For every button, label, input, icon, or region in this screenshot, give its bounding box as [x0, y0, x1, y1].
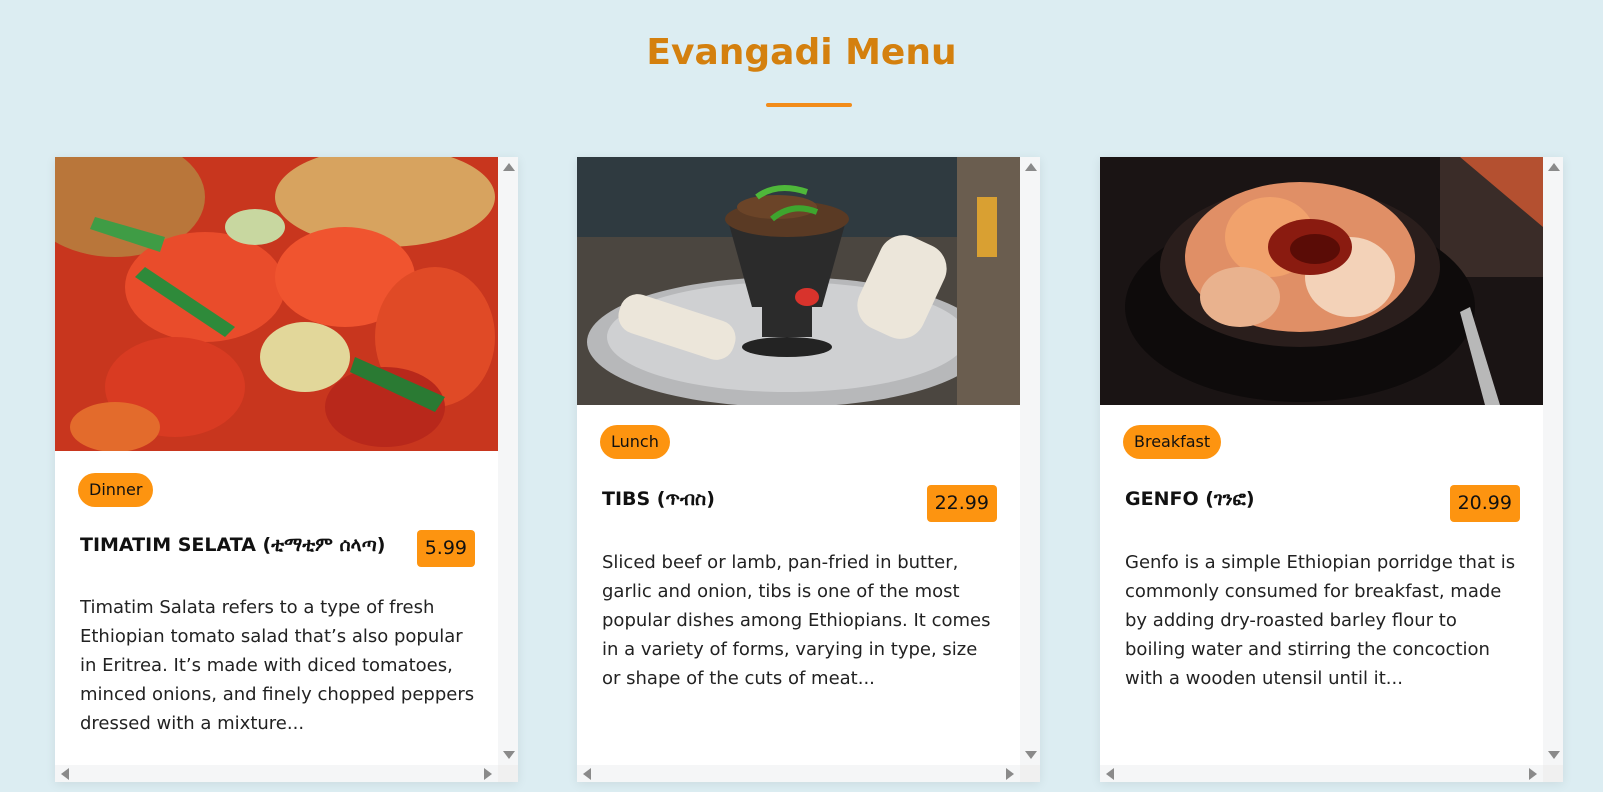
price-tag: 20.99: [1449, 485, 1520, 522]
scroll-right-arrow-icon[interactable]: [1529, 768, 1537, 780]
scroll-up-arrow-icon[interactable]: [1548, 163, 1560, 171]
scroll-left-arrow-icon[interactable]: [61, 768, 69, 780]
menu-card-dinner[interactable]: Dinner TIMATIM SELATA (ቲማቲም ሰላጣ) 5.99 Ti…: [55, 157, 518, 782]
dish-name: GENFO (ገንፎ): [1125, 488, 1255, 510]
scroll-left-arrow-icon[interactable]: [583, 768, 591, 780]
vertical-scrollbar[interactable]: [1543, 157, 1563, 765]
category-badge: Dinner: [78, 473, 154, 507]
horizontal-scrollbar[interactable]: [1100, 765, 1543, 782]
scroll-right-arrow-icon[interactable]: [484, 768, 492, 780]
category-badge: Lunch: [600, 425, 670, 459]
dish-description: Sliced beef or lamb, pan-fried in butter…: [602, 552, 991, 689]
menu-card-breakfast[interactable]: Breakfast GENFO (ገንፎ) 20.99 Genfo is a s…: [1100, 157, 1563, 782]
genfo-porridge-image: [1100, 157, 1543, 405]
vertical-scrollbar[interactable]: [498, 157, 518, 765]
menu-card-lunch[interactable]: Lunch TIBS (ጥብስ) 22.99 Sliced beef or la…: [577, 157, 1040, 782]
page-title: Evangadi Menu: [646, 32, 957, 73]
scroll-down-arrow-icon[interactable]: [1548, 751, 1560, 759]
category-badge: Breakfast: [1123, 425, 1222, 459]
scroll-left-arrow-icon[interactable]: [1106, 768, 1114, 780]
dish-name: TIMATIM SELATA (ቲማቲም ሰላጣ): [80, 534, 386, 556]
scroll-corner: [1543, 765, 1563, 782]
tomato-salad-image: [55, 157, 498, 451]
scroll-corner: [498, 765, 518, 782]
price-tag: 22.99: [926, 485, 997, 522]
scroll-right-arrow-icon[interactable]: [1006, 768, 1014, 780]
dish-description: Timatim Salata refers to a type of fresh…: [80, 597, 475, 734]
scroll-corner: [1020, 765, 1040, 782]
price-tag: 5.99: [416, 530, 475, 567]
title-underline: [766, 103, 852, 107]
scroll-up-arrow-icon[interactable]: [503, 163, 515, 171]
horizontal-scrollbar[interactable]: [55, 765, 498, 782]
horizontal-scrollbar[interactable]: [577, 765, 1020, 782]
scroll-down-arrow-icon[interactable]: [1025, 751, 1037, 759]
dish-description: Genfo is a simple Ethiopian porridge tha…: [1125, 552, 1516, 689]
dish-name: TIBS (ጥብስ): [602, 488, 715, 510]
scroll-up-arrow-icon[interactable]: [1025, 163, 1037, 171]
vertical-scrollbar[interactable]: [1020, 157, 1040, 765]
tibs-dish-image: [577, 157, 1020, 405]
scroll-down-arrow-icon[interactable]: [503, 751, 515, 759]
